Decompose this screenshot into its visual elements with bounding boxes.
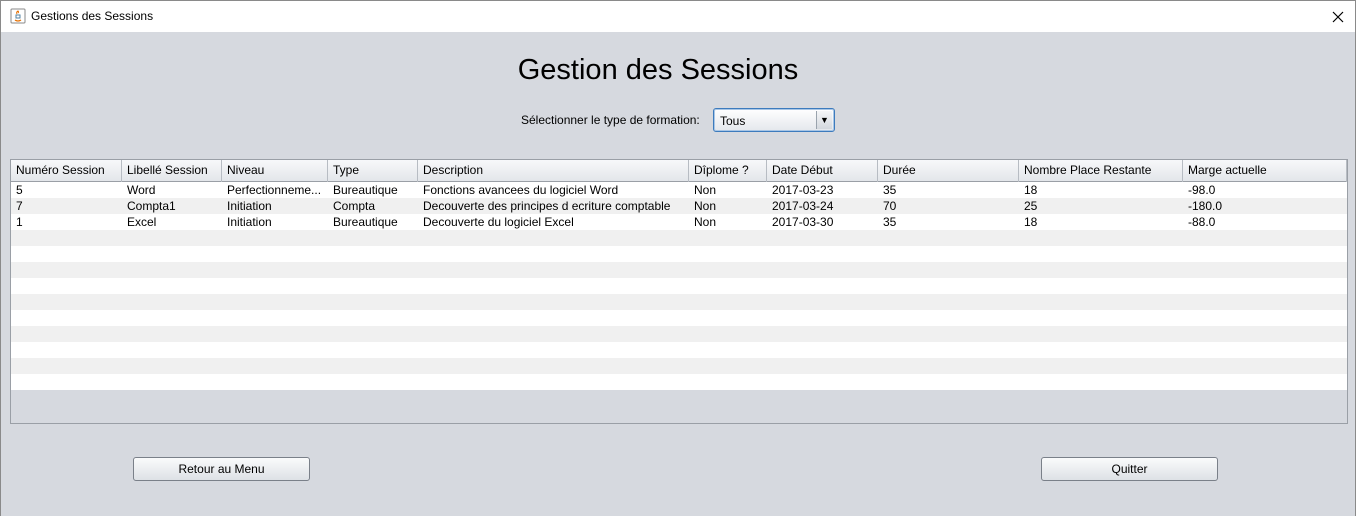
cell-duree: 70 xyxy=(883,199,897,213)
cell-description: Fonctions avancees du logiciel Word xyxy=(423,183,619,197)
empty-row xyxy=(11,246,1347,262)
empty-row xyxy=(11,326,1347,342)
main-window: Gestions des Sessions Gestion des Sessio… xyxy=(0,0,1356,516)
empty-row xyxy=(11,342,1347,358)
cell-date-debut: 2017-03-24 xyxy=(772,199,834,213)
window-title: Gestions des Sessions xyxy=(31,9,154,23)
cell-niveau: Initiation xyxy=(227,199,272,213)
java-icon xyxy=(10,8,26,24)
column-header-date-debut[interactable]: Date Début xyxy=(767,160,878,182)
content-panel: Gestion des Sessions Sélectionner le typ… xyxy=(1,32,1355,516)
empty-row xyxy=(11,374,1347,390)
cell-libelle: Word xyxy=(127,183,156,197)
cell-type: Bureautique xyxy=(333,183,398,197)
cell-duree: 35 xyxy=(883,215,897,229)
title-bar: Gestions des Sessions xyxy=(1,1,1355,32)
quit-button[interactable]: Quitter xyxy=(1041,457,1218,481)
cell-date-debut: 2017-03-30 xyxy=(772,215,834,229)
page-title: Gestion des Sessions xyxy=(517,54,799,86)
cell-date-debut: 2017-03-23 xyxy=(772,183,834,197)
column-header-niveau[interactable]: Niveau xyxy=(222,160,328,182)
cell-diplome: Non xyxy=(694,215,717,229)
cell-libelle: Excel xyxy=(127,215,157,229)
cell-places: 25 xyxy=(1024,199,1038,213)
cell-description: Decouverte des principes d ecriture comp… xyxy=(423,199,671,213)
cell-numero: 7 xyxy=(16,199,23,213)
column-header-places[interactable]: Nombre Place Restante xyxy=(1019,160,1183,182)
column-header-numero[interactable]: Numéro Session xyxy=(11,160,122,182)
cell-places: 18 xyxy=(1024,183,1038,197)
column-header-diplome[interactable]: Dîplome ? xyxy=(689,160,767,182)
table-body: 5 Word Perfectionneme... Bureautique Fon… xyxy=(11,182,1347,390)
table-header: Numéro Session Libellé Session Niveau Ty… xyxy=(11,160,1347,182)
cell-description: Decouverte du logiciel Excel xyxy=(423,215,574,229)
column-header-marge[interactable]: Marge actuelle xyxy=(1183,160,1347,182)
cell-niveau: Perfectionneme... xyxy=(227,183,322,197)
cell-numero: 5 xyxy=(16,183,23,197)
column-header-duree[interactable]: Durée xyxy=(878,160,1019,182)
cell-libelle: Compta1 xyxy=(127,199,176,213)
column-header-type[interactable]: Type xyxy=(328,160,418,182)
cell-type: Compta xyxy=(333,199,376,213)
table-row[interactable]: 7 Compta1 Initiation Compta Decouverte d… xyxy=(11,198,1347,214)
cell-niveau: Initiation xyxy=(227,215,272,229)
cell-marge: -88.0 xyxy=(1188,215,1216,229)
close-button[interactable] xyxy=(1321,1,1355,32)
column-header-libelle[interactable]: Libellé Session xyxy=(122,160,222,182)
cell-numero: 1 xyxy=(16,215,23,229)
chevron-down-icon[interactable]: ▼ xyxy=(816,111,832,129)
sessions-table: Numéro Session Libellé Session Niveau Ty… xyxy=(10,159,1348,424)
empty-row xyxy=(11,358,1347,374)
table-row[interactable]: 1 Excel Initiation Bureautique Decouvert… xyxy=(11,214,1347,230)
cell-type: Bureautique xyxy=(333,215,398,229)
cell-duree: 35 xyxy=(883,183,897,197)
table-row[interactable]: 5 Word Perfectionneme... Bureautique Fon… xyxy=(11,182,1347,198)
empty-row xyxy=(11,230,1347,246)
empty-row xyxy=(11,294,1347,310)
empty-row xyxy=(11,278,1347,294)
empty-row xyxy=(11,262,1347,278)
cell-diplome: Non xyxy=(694,183,717,197)
cell-places: 18 xyxy=(1024,215,1038,229)
cell-marge: -98.0 xyxy=(1188,183,1216,197)
close-icon xyxy=(1332,11,1344,22)
formation-type-value: Tous xyxy=(720,114,746,128)
cell-diplome: Non xyxy=(694,199,717,213)
formation-type-label: Sélectionner le type de formation: xyxy=(521,113,700,127)
cell-marge: -180.0 xyxy=(1188,199,1223,213)
formation-type-select[interactable]: Tous ▼ xyxy=(713,108,835,132)
column-header-description[interactable]: Description xyxy=(418,160,689,182)
empty-row xyxy=(11,310,1347,326)
back-to-menu-button[interactable]: Retour au Menu xyxy=(133,457,310,481)
